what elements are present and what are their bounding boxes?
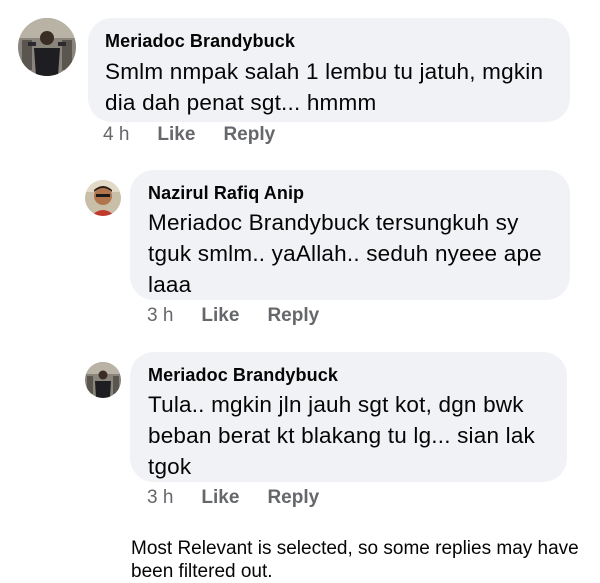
comment-actions: 4 h Like Reply [103,124,275,146]
comment-timestamp[interactable]: 3 h [147,487,173,509]
comment-author[interactable]: Meriadoc Brandybuck [105,31,295,52]
like-button[interactable]: Like [201,487,239,509]
comment-timestamp[interactable]: 4 h [103,124,129,146]
profile-photo-icon [85,180,121,216]
reply-button[interactable]: Reply [267,487,319,509]
comment-text: Smlm nmpak salah 1 lembu tu jatuh, mgkin… [105,59,544,115]
comment-actions: 3 h Like Reply [147,305,319,327]
comment-timestamp[interactable]: 3 h [147,305,173,327]
reply-button[interactable]: Reply [223,124,275,146]
profile-photo-icon [85,362,121,398]
comment-text: Tula.. mgkin jln jauh sgt kot, dgn bwk b… [148,392,535,479]
comment-text: Meriadoc Brandybuck tersungkuh sy tguk s… [148,210,542,297]
profile-photo-icon [18,18,76,76]
avatar[interactable] [18,18,76,76]
filter-notice: Most Relevant is selected, so some repli… [131,538,579,582]
comment-author[interactable]: Nazirul Rafiq Anip [148,183,304,204]
like-button[interactable]: Like [201,305,239,327]
comment-actions: 3 h Like Reply [147,487,319,509]
reply-button[interactable]: Reply [267,305,319,327]
avatar[interactable] [85,362,121,398]
like-button[interactable]: Like [157,124,195,146]
comment-author[interactable]: Meriadoc Brandybuck [148,365,338,386]
avatar[interactable] [85,180,121,216]
